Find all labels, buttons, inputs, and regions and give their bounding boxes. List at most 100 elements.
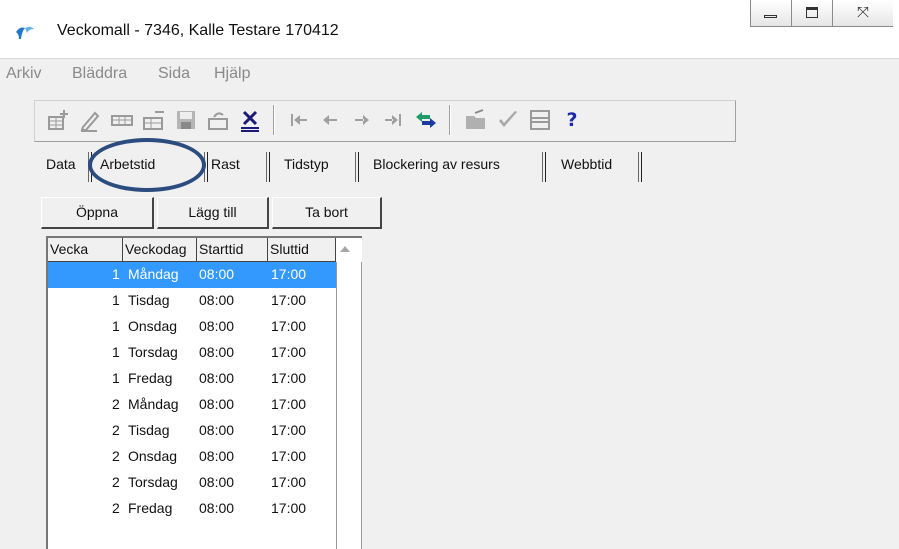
- start-time-cell: 08:00: [199, 500, 235, 516]
- table-row[interactable]: 1 Torsdag 08:00 17:00: [48, 340, 336, 366]
- end-time-cell: 17:00: [271, 344, 307, 360]
- week-cell: 1: [112, 370, 120, 386]
- new-record-icon[interactable]: [45, 107, 71, 133]
- weekday-cell: Onsdag: [128, 318, 178, 334]
- menu-hjalp[interactable]: Hjälp: [214, 65, 250, 83]
- scroll-up-arrow-icon[interactable]: [340, 246, 350, 252]
- start-time-cell: 08:00: [199, 292, 235, 308]
- end-time-cell: 17:00: [271, 448, 307, 464]
- table-row[interactable]: 2 Fredag 08:00 17:00: [48, 496, 336, 522]
- tab-divider: [88, 152, 92, 182]
- week-cell: 2: [112, 448, 120, 464]
- weekday-cell: Tisdag: [128, 292, 170, 308]
- start-time-cell: 08:00: [199, 422, 235, 438]
- insert-row-icon[interactable]: [109, 107, 135, 133]
- start-time-cell: 08:00: [199, 318, 235, 334]
- weekday-cell: Tisdag: [128, 422, 170, 438]
- table-row[interactable]: 2 Måndag 08:00 17:00: [48, 392, 336, 418]
- end-time-cell: 17:00: [271, 396, 307, 412]
- column-header-starttid[interactable]: Starttid: [197, 238, 268, 262]
- minimize-icon: [764, 15, 777, 18]
- menu-bladdra[interactable]: Bläddra: [72, 65, 127, 83]
- open-folder-icon[interactable]: [463, 107, 489, 133]
- scrollbar-track[interactable]: [361, 262, 362, 549]
- tab-data[interactable]: Data: [46, 156, 76, 172]
- weekday-cell: Måndag: [128, 396, 179, 412]
- open-button[interactable]: Öppna: [41, 197, 154, 229]
- working-hours-list[interactable]: Vecka Veckodag Starttid Sluttid 1 Måndag 0…: [46, 236, 362, 549]
- weekday-cell: Onsdag: [128, 448, 178, 464]
- app-window: Veckomall - 7346, Kalle Testare 170412 ⤧…: [0, 0, 899, 549]
- help-icon[interactable]: ?: [559, 107, 585, 133]
- tab-rast[interactable]: Rast: [211, 156, 240, 172]
- window-controls: ⤧: [750, 0, 899, 40]
- table-row[interactable]: 1 Tisdag 08:00 17:00: [48, 288, 336, 314]
- tab-tidstyp[interactable]: Tidstyp: [284, 156, 329, 172]
- end-time-cell: 17:00: [271, 266, 307, 282]
- table-row[interactable]: 2 Torsdag 08:00 17:00: [48, 470, 336, 496]
- add-button[interactable]: Lägg till: [157, 197, 269, 229]
- start-time-cell: 08:00: [199, 474, 235, 490]
- table-row[interactable]: 2 Tisdag 08:00 17:00: [48, 418, 336, 444]
- menu-sida[interactable]: Sida: [158, 65, 190, 83]
- previous-record-icon[interactable]: [317, 107, 343, 133]
- week-cell: 2: [112, 422, 120, 438]
- start-time-cell: 08:00: [199, 266, 235, 282]
- next-record-icon[interactable]: [349, 107, 375, 133]
- tab-divider: [355, 152, 359, 182]
- weekday-cell: Fredag: [128, 500, 173, 516]
- tab-arbetstid[interactable]: Arbetstid: [100, 156, 155, 172]
- week-cell: 1: [112, 266, 120, 282]
- restore-icon: [806, 7, 818, 18]
- cancel-icon[interactable]: [237, 107, 263, 133]
- week-cell: 1: [112, 344, 120, 360]
- table-row[interactable]: 2 Onsdag 08:00 17:00: [48, 444, 336, 470]
- table-row[interactable]: 1 Fredag 08:00 17:00: [48, 366, 336, 392]
- weekday-cell: Fredag: [128, 370, 173, 386]
- tab-divider: [266, 152, 270, 182]
- close-button[interactable]: ⤧: [833, 0, 893, 27]
- end-time-cell: 17:00: [271, 370, 307, 386]
- remove-button[interactable]: Ta bort: [272, 197, 382, 229]
- table-row[interactable]: 1 Måndag 08:00 17:00: [48, 262, 336, 288]
- week-cell: 2: [112, 474, 120, 490]
- toolbar-separator: [273, 105, 275, 135]
- delete-row-icon[interactable]: [141, 107, 167, 133]
- title-bar: Veckomall - 7346, Kalle Testare 170412 ⤧: [0, 0, 899, 58]
- tab-blockering-av-resurs[interactable]: Blockering av resurs: [373, 156, 500, 172]
- toolbar: ?: [34, 100, 736, 142]
- edit-icon[interactable]: [77, 107, 103, 133]
- undo-icon[interactable]: [205, 107, 231, 133]
- last-record-icon[interactable]: [381, 107, 407, 133]
- menu-arkiv[interactable]: Arkiv: [6, 65, 42, 83]
- tab-webbtid[interactable]: Webbtid: [561, 156, 612, 172]
- app-logo-icon: [15, 24, 35, 40]
- first-record-icon[interactable]: [285, 107, 311, 133]
- table-row[interactable]: 1 Onsdag 08:00 17:00: [48, 314, 336, 340]
- start-time-cell: 08:00: [199, 396, 235, 412]
- refresh-icon[interactable]: [413, 107, 439, 133]
- end-time-cell: 17:00: [271, 318, 307, 334]
- list-border: [336, 262, 337, 549]
- weekday-cell: Torsdag: [128, 344, 178, 360]
- week-cell: 2: [112, 396, 120, 412]
- save-icon[interactable]: [173, 107, 199, 133]
- split-view-icon[interactable]: [527, 107, 553, 133]
- close-icon: ⤧: [857, 3, 870, 21]
- maximize-button[interactable]: [792, 0, 833, 27]
- column-header-vecka[interactable]: Vecka: [48, 238, 123, 262]
- week-cell: 1: [112, 292, 120, 308]
- start-time-cell: 08:00: [199, 448, 235, 464]
- minimize-button[interactable]: [750, 0, 792, 27]
- check-icon[interactable]: [495, 107, 521, 133]
- tab-divider: [204, 152, 208, 182]
- column-header-sluttid[interactable]: Sluttid: [268, 238, 336, 262]
- tab-divider: [542, 152, 546, 182]
- column-header-veckodag[interactable]: Veckodag: [123, 238, 197, 262]
- window-title: Veckomall - 7346, Kalle Testare 170412: [57, 22, 339, 39]
- week-cell: 2: [112, 500, 120, 516]
- weekday-cell: Torsdag: [128, 474, 178, 490]
- menu-bar: Arkiv Bläddra Sida Hjälp: [0, 58, 899, 93]
- start-time-cell: 08:00: [199, 344, 235, 360]
- end-time-cell: 17:00: [271, 500, 307, 516]
